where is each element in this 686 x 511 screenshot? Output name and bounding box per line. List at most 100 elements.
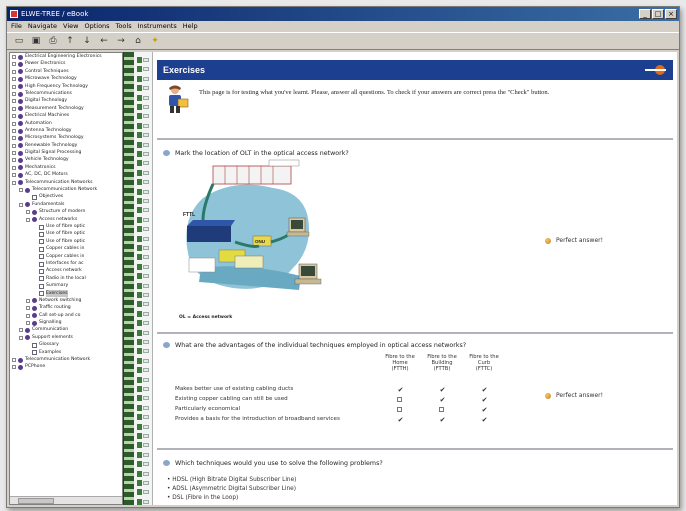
- expand-toggle-icon[interactable]: [26, 321, 30, 326]
- tree-item[interactable]: Structure of modern: [10, 208, 122, 215]
- answer-checkbox[interactable]: [397, 397, 402, 402]
- page-thumbnail-icon[interactable]: [137, 84, 149, 92]
- page-thumbnail-icon[interactable]: [137, 498, 149, 506]
- tree-item[interactable]: Copper cables in: [10, 245, 122, 252]
- menu-view[interactable]: View: [63, 21, 78, 32]
- tree-item[interactable]: Digital Technology: [10, 97, 122, 104]
- tree-item[interactable]: Support elements: [10, 334, 122, 341]
- tree-item[interactable]: Examples: [10, 349, 122, 356]
- expand-toggle-icon[interactable]: [12, 358, 16, 363]
- tree-item[interactable]: Fundamentals: [10, 201, 122, 208]
- home-icon[interactable]: ⌂: [132, 35, 144, 47]
- page-thumbnail-icon[interactable]: [137, 423, 149, 431]
- open-icon[interactable]: ▭: [13, 35, 25, 47]
- expand-toggle-icon[interactable]: [26, 306, 30, 311]
- page-thumbnail-icon[interactable]: [137, 65, 149, 73]
- up-arrow-icon[interactable]: ↑: [64, 35, 76, 47]
- expand-toggle-icon[interactable]: [12, 143, 16, 148]
- minimize-icon[interactable]: _: [639, 9, 651, 19]
- page-thumbnail-icon[interactable]: [137, 432, 149, 440]
- tree-item[interactable]: Telecommunication Network: [10, 186, 122, 193]
- answer-checkbox[interactable]: ✔: [397, 417, 404, 424]
- maximize-icon[interactable]: □: [652, 9, 664, 19]
- page-thumbnail-icon[interactable]: [137, 56, 149, 64]
- tree-item[interactable]: Digital Signal Processing: [10, 149, 122, 156]
- expand-toggle-icon[interactable]: [19, 335, 23, 340]
- expand-toggle-icon[interactable]: [19, 188, 23, 193]
- tree-item[interactable]: Network switching: [10, 297, 122, 304]
- tree-item[interactable]: Copper cables in: [10, 253, 122, 260]
- tree-item[interactable]: Access network: [10, 267, 122, 274]
- answer-checkbox[interactable]: ✔: [481, 407, 488, 414]
- page-thumbnail-icon[interactable]: [137, 357, 149, 365]
- page-thumbnail-icon[interactable]: [137, 347, 149, 355]
- tree-item[interactable]: Use of fibre optic: [10, 223, 122, 230]
- menu-instruments[interactable]: Instruments: [138, 21, 177, 32]
- tree-item[interactable]: Exercises: [10, 289, 122, 297]
- page-thumbnail-icon[interactable]: [137, 479, 149, 487]
- page-thumbnail-icon[interactable]: [137, 329, 149, 337]
- menu-navigate[interactable]: Navigate: [28, 21, 57, 32]
- menu-tools[interactable]: Tools: [116, 21, 132, 32]
- page-thumbnail-icon[interactable]: [137, 197, 149, 205]
- expand-toggle-icon[interactable]: [12, 77, 16, 82]
- network-diagram[interactable]: FTTL ONU OL = Access network: [173, 158, 333, 320]
- page-thumbnail-icon[interactable]: [137, 75, 149, 83]
- tree-item[interactable]: Microsystems Technology: [10, 134, 122, 141]
- expand-toggle-icon[interactable]: [12, 114, 16, 119]
- page-thumbnail-icon[interactable]: [137, 338, 149, 346]
- page-thumbnail-icon[interactable]: [137, 150, 149, 158]
- save-icon[interactable]: ▣: [30, 35, 42, 47]
- page-thumbnail-icon[interactable]: [137, 272, 149, 280]
- expand-toggle-icon[interactable]: [12, 91, 16, 96]
- expand-toggle-icon[interactable]: [12, 121, 16, 126]
- tree-item[interactable]: Antenna Technology: [10, 127, 122, 134]
- expand-toggle-icon[interactable]: [26, 210, 30, 215]
- answer-checkbox[interactable]: ✔: [481, 387, 488, 394]
- expand-toggle-icon[interactable]: [12, 128, 16, 133]
- tree-item[interactable]: Electrical Engineering Electronics: [10, 53, 122, 60]
- tree-item[interactable]: Measurement Technology: [10, 105, 122, 112]
- tree-item[interactable]: Access networks: [10, 216, 122, 223]
- answer-checkbox[interactable]: ✔: [481, 417, 488, 424]
- expand-toggle-icon[interactable]: [19, 328, 23, 333]
- answer-checkbox[interactable]: ✔: [397, 387, 404, 394]
- expand-toggle-icon[interactable]: [26, 298, 30, 303]
- page-thumbnail-icon[interactable]: [137, 470, 149, 478]
- page-thumbnail-icon[interactable]: [137, 206, 149, 214]
- tree-item[interactable]: High Frequency Technology: [10, 83, 122, 90]
- tree-item[interactable]: Use of fibre optic: [10, 238, 122, 245]
- tree-item[interactable]: Telecommunication Networks: [10, 179, 122, 186]
- page-thumbnail-icon[interactable]: [137, 404, 149, 412]
- expand-toggle-icon[interactable]: [26, 217, 30, 222]
- page-thumbnail-icon[interactable]: [137, 225, 149, 233]
- menu-options[interactable]: Options: [84, 21, 109, 32]
- tree-item[interactable]: Automation: [10, 120, 122, 127]
- page-thumbnail-icon[interactable]: [137, 216, 149, 224]
- page-thumbnail-icon[interactable]: [137, 319, 149, 327]
- answer-checkbox[interactable]: ✔: [439, 417, 446, 424]
- back-icon[interactable]: ←: [98, 35, 110, 47]
- expand-toggle-icon[interactable]: [12, 165, 16, 170]
- page-thumbnail-icon[interactable]: [137, 451, 149, 459]
- page-thumbnail-icon[interactable]: [137, 131, 149, 139]
- answer-checkbox[interactable]: [397, 407, 402, 412]
- tree-item[interactable]: Summary: [10, 282, 122, 289]
- page-thumbnail-icon[interactable]: [137, 141, 149, 149]
- expand-toggle-icon[interactable]: [12, 173, 16, 178]
- forward-icon[interactable]: →: [115, 35, 127, 47]
- close-icon[interactable]: ×: [665, 9, 677, 19]
- page-thumbnail-icon[interactable]: [137, 159, 149, 167]
- tree-item[interactable]: Radio in the local: [10, 275, 122, 282]
- page-thumbnail-icon[interactable]: [137, 282, 149, 290]
- expand-toggle-icon[interactable]: [12, 69, 16, 74]
- scrollbar-thumb[interactable]: [18, 498, 54, 504]
- expand-toggle-icon[interactable]: [19, 202, 23, 207]
- tree-item[interactable]: Glossary: [10, 341, 122, 348]
- page-thumbnail-icon[interactable]: [137, 366, 149, 374]
- page-thumbnail-icon[interactable]: [137, 122, 149, 130]
- tree-item[interactable]: Traffic routing: [10, 304, 122, 311]
- down-arrow-icon[interactable]: ↓: [81, 35, 93, 47]
- print-icon[interactable]: ⎙: [47, 35, 59, 47]
- page-thumbnail-icon[interactable]: [137, 112, 149, 120]
